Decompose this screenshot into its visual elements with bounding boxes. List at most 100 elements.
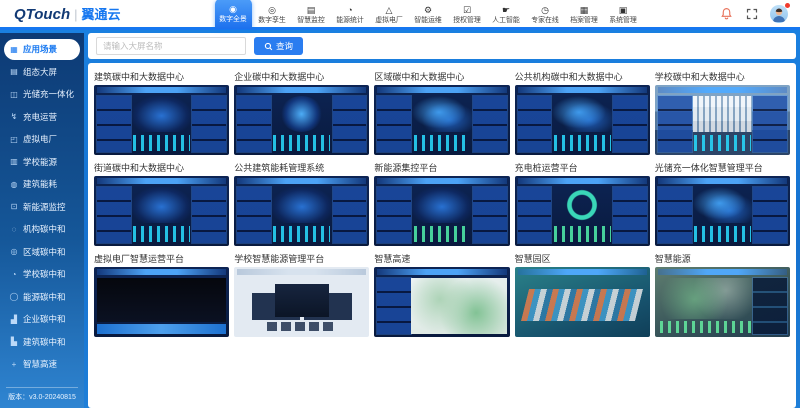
thumb-header-decoration — [377, 87, 506, 93]
thumb-right-panel-decoration — [613, 96, 647, 152]
thumb-right-panel-decoration — [473, 96, 507, 152]
card-thumbnail[interactable] — [234, 267, 369, 337]
thumb-center-decoration — [693, 96, 753, 132]
tab-label: 专家在线 — [531, 15, 559, 23]
sidebar-item-企业碳中和[interactable]: ▟ 企业碳中和 — [4, 309, 80, 330]
tab-能源统计[interactable]: ◔ 能源统计 — [332, 1, 369, 29]
card-thumbnail[interactable] — [374, 85, 509, 155]
dashboard-card[interactable]: 智慧园区 — [515, 251, 650, 337]
dashboard-card[interactable]: 充电桩运营平台 — [515, 160, 650, 246]
dashboard-card[interactable]: 区域碳中和大数据中心 — [374, 69, 509, 155]
tab-档案管理[interactable]: ▦ 档案管理 — [566, 1, 603, 29]
card-thumbnail[interactable] — [234, 176, 369, 246]
sidebar-item-应用场景[interactable]: ▦ 应用场景 — [4, 39, 80, 60]
tab-虚拟电厂[interactable]: △ 虚拟电厂 — [371, 1, 408, 29]
tab-数字孪生[interactable]: ◎ 数字孪生 — [254, 1, 291, 29]
sidebar-item-label: 机构碳中和 — [23, 223, 66, 235]
tab-智能运维[interactable]: ⚙ 智能运维 — [410, 1, 447, 29]
thumb-barchart-decoration — [554, 226, 611, 242]
sidebar-item-区域碳中和[interactable]: ◎ 区域碳中和 — [4, 242, 80, 263]
thumb-right-panel-decoration — [192, 96, 226, 152]
card-thumbnail[interactable] — [374, 267, 509, 337]
dashboard-card[interactable]: 公共建筑能耗管理系统 — [234, 160, 369, 246]
sidebar-item-光储充一体化[interactable]: ◫ 光储充一体化 — [4, 84, 80, 105]
bell-icon[interactable] — [718, 6, 734, 22]
search-button[interactable]: 查询 — [254, 37, 303, 55]
tab-系统管理[interactable]: ▣ 系统管理 — [605, 1, 642, 29]
card-thumbnail[interactable] — [94, 85, 229, 155]
tab-智慧监控[interactable]: ▤ 智慧监控 — [293, 1, 330, 29]
thumb-header-decoration — [97, 269, 226, 275]
sidebar-item-学校能源[interactable]: ▥ 学校能源 — [4, 152, 80, 173]
tab-icon: ☛ — [502, 5, 510, 15]
thumb-right-panel-decoration — [192, 187, 226, 243]
sidebar-item-icon: ▥ — [9, 157, 19, 166]
thumb-barchart-decoration — [694, 226, 751, 242]
sidebar-item-label: 区域碳中和 — [23, 246, 66, 258]
sidebar-item-icon: ⊡ — [9, 202, 19, 211]
thumb-center-decoration — [412, 96, 472, 132]
main-content: 查询 建筑碳中和大数据中心 企业碳中和大数据中心 区域碳中和大数据中心 — [88, 33, 796, 408]
thumb-header-decoration — [518, 87, 647, 93]
tab-label: 档案管理 — [570, 15, 598, 23]
card-thumbnail[interactable] — [655, 267, 790, 337]
sidebar-item-学校碳中和[interactable]: ◔ 学校碳中和 — [4, 264, 80, 285]
dashboard-card[interactable]: 光储充一体化智慧管理平台 — [655, 160, 790, 246]
dashboard-card[interactable]: 新能源集控平台 — [374, 160, 509, 246]
sidebar-item-label: 建筑碳中和 — [23, 336, 66, 348]
search-input[interactable] — [96, 37, 246, 55]
sidebar-item-新能源监控[interactable]: ⊡ 新能源监控 — [4, 197, 80, 218]
thumb-header-decoration — [518, 178, 647, 184]
card-thumbnail[interactable] — [515, 85, 650, 155]
dashboard-card[interactable]: 街道碳中和大数据中心 — [94, 160, 229, 246]
dashboard-card[interactable]: 虚拟电厂智慧运营平台 — [94, 251, 229, 337]
fullscreen-icon[interactable] — [744, 6, 760, 22]
tab-label: 虚拟电厂 — [375, 15, 403, 23]
dashboard-card[interactable]: 学校智慧能源管理平台 — [234, 251, 369, 337]
card-thumbnail[interactable] — [94, 267, 229, 337]
card-thumbnail[interactable] — [234, 85, 369, 155]
sidebar-item-icon: ◯ — [9, 292, 19, 301]
card-thumbnail[interactable] — [655, 176, 790, 246]
thumb-center-decoration — [411, 278, 507, 334]
card-thumbnail[interactable] — [374, 176, 509, 246]
tab-人工智能[interactable]: ☛ 人工智能 — [488, 1, 525, 29]
dashboard-card[interactable]: 智慧能源 — [655, 251, 790, 337]
thumb-left-panel-decoration — [97, 96, 131, 152]
tab-label: 智慧监控 — [297, 15, 325, 23]
thumb-barchart-decoration — [273, 135, 330, 151]
tab-icon: ☑ — [463, 5, 471, 15]
tab-数字全景[interactable]: ◉ 数字全景 — [215, 0, 252, 29]
sidebar-item-建筑能耗[interactable]: ◍ 建筑能耗 — [4, 174, 80, 195]
sidebar-item-建筑碳中和[interactable]: ▙ 建筑碳中和 — [4, 332, 80, 353]
card-thumbnail[interactable] — [94, 176, 229, 246]
thumb-barchart-decoration — [133, 226, 190, 242]
tab-专家在线[interactable]: ◷ 专家在线 — [527, 1, 564, 29]
dashboard-card[interactable]: 建筑碳中和大数据中心 — [94, 69, 229, 155]
tab-授权管理[interactable]: ☑ 授权管理 — [449, 1, 486, 29]
tab-icon: ◔ — [347, 5, 352, 15]
sidebar-item-虚拟电厂[interactable]: ◰ 虚拟电厂 — [4, 129, 80, 150]
thumb-left-panel-decoration — [518, 187, 552, 243]
thumb-barchart-decoration — [97, 324, 226, 334]
card-thumbnail[interactable] — [655, 85, 790, 155]
card-thumbnail[interactable] — [515, 176, 650, 246]
avatar[interactable] — [770, 5, 788, 23]
card-title: 新能源集控平台 — [374, 160, 509, 176]
thumb-center-decoration — [97, 278, 226, 322]
thumb-center-decoration — [132, 96, 192, 132]
thumb-right-panel-decoration — [613, 187, 647, 243]
sidebar-item-机构碳中和[interactable]: ◌ 机构碳中和 — [4, 219, 80, 240]
dashboard-card[interactable]: 公共机构碳中和大数据中心 — [515, 69, 650, 155]
tab-icon: ▣ — [619, 5, 628, 15]
card-grid: 建筑碳中和大数据中心 企业碳中和大数据中心 区域碳中和大数据中心 公共机构碳中和… — [94, 69, 790, 337]
sidebar-item-充电运营[interactable]: ↯ 充电运营 — [4, 107, 80, 128]
dashboard-card[interactable]: 智慧高速 — [374, 251, 509, 337]
sidebar-item-智慧高速[interactable]: + 智慧高速 — [4, 354, 80, 375]
dashboard-card[interactable]: 学校碳中和大数据中心 — [655, 69, 790, 155]
dashboard-card[interactable]: 企业碳中和大数据中心 — [234, 69, 369, 155]
card-thumbnail[interactable] — [515, 267, 650, 337]
sidebar-item-label: 能源碳中和 — [23, 291, 66, 303]
sidebar-item-组态大屏[interactable]: ▤ 组态大屏 — [4, 62, 80, 83]
sidebar-item-能源碳中和[interactable]: ◯ 能源碳中和 — [4, 287, 80, 308]
